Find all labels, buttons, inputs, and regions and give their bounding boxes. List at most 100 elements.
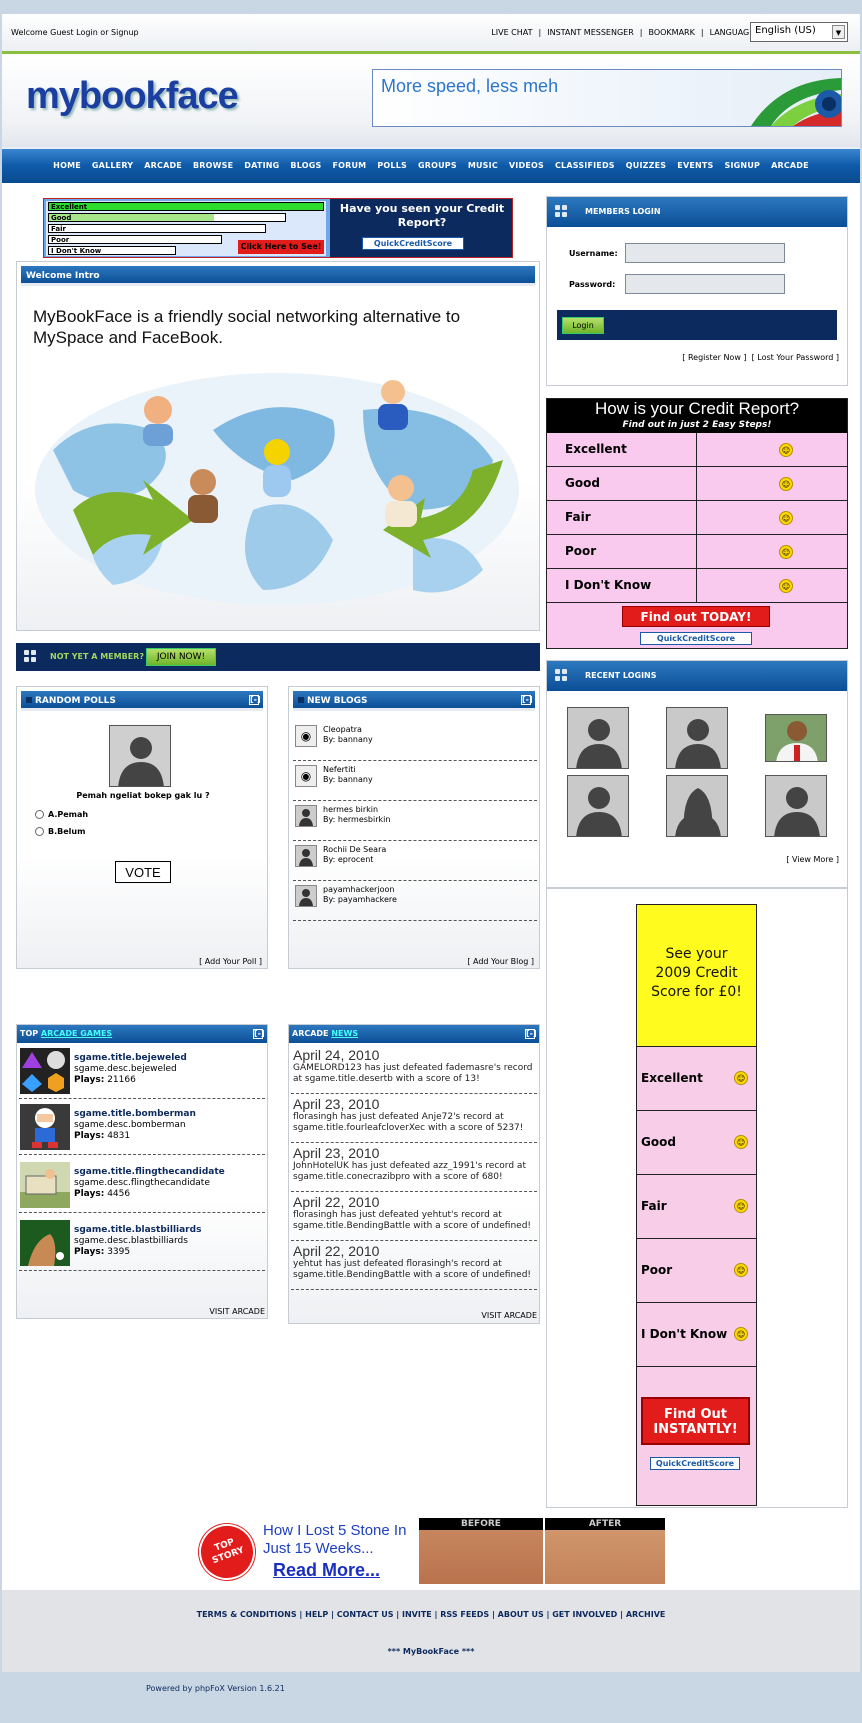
welcome-text[interactable]: Welcome Guest Login or Signup xyxy=(11,28,139,37)
blog-thumb-icon: ◉ xyxy=(295,725,317,747)
game-title[interactable]: sgame.title.blastbilliards xyxy=(74,1225,201,1236)
flingthecandidate-thumb xyxy=(20,1162,70,1208)
nav-arcade-2[interactable]: ARCADE xyxy=(767,161,813,170)
game-plays: Plays: 4456 xyxy=(74,1189,131,1199)
poll-option-a[interactable]: A.Pemah xyxy=(35,810,88,819)
news-text[interactable]: JohnHotelUK has just defeated azz_1991's… xyxy=(293,1161,535,1183)
find-out-today-button[interactable]: Find out TODAY! xyxy=(622,606,770,627)
nav-quizzes[interactable]: QUIZZES xyxy=(622,161,671,170)
nav-forum[interactable]: FORUM xyxy=(328,161,370,170)
username-input[interactable] xyxy=(625,243,785,263)
nav-blogs[interactable]: BLOGS xyxy=(286,161,325,170)
live-chat-link[interactable]: LIVE CHAT xyxy=(488,28,535,37)
smiley-icon: ☺ xyxy=(779,579,793,593)
nav-videos[interactable]: VIDEOS xyxy=(505,161,548,170)
game-item[interactable]: sgame.title.blastbilliards sgame.desc.bla… xyxy=(19,1217,265,1271)
game-item[interactable]: sgame.title.bomberman sgame.desc.bomberma… xyxy=(19,1101,265,1155)
blog-item[interactable]: ◉ Nefertiti By: bannany xyxy=(293,761,537,801)
add-poll-link[interactable]: [ Add Your Poll ] xyxy=(199,957,262,966)
bejeweled-thumb xyxy=(20,1048,70,1094)
news-text[interactable]: yehtut has just defeated florasingh's re… xyxy=(293,1259,535,1281)
game-desc: sgame.desc.bomberman xyxy=(74,1120,186,1130)
visit-arcade-link[interactable]: VISIT ARCADE xyxy=(209,1307,265,1316)
game-title[interactable]: sgame.title.bejeweled xyxy=(74,1053,187,1064)
blog-title[interactable]: Cleopatra xyxy=(323,725,373,735)
view-more-link[interactable]: [ View More ] xyxy=(786,855,839,864)
nav-gallery[interactable]: GALLERY xyxy=(88,161,137,170)
find-out-instantly-button[interactable]: Find Out INSTANTLY! xyxy=(641,1397,750,1445)
arcade-games-link[interactable]: ARCADE GAMES xyxy=(41,1029,112,1038)
chevron-down-icon[interactable]: ▼ xyxy=(832,25,845,39)
password-input[interactable] xyxy=(625,274,785,294)
member-avatar[interactable] xyxy=(765,775,827,837)
blog-item[interactable]: ◉ Cleopatra By: bannany xyxy=(293,721,537,761)
arcade-games-title: TOP ARCADE GAMES [-] xyxy=(17,1025,267,1043)
bookmark-link[interactable]: BOOKMARK xyxy=(645,28,697,37)
nav-browse[interactable]: BROWSE xyxy=(189,161,237,170)
blog-title[interactable]: Rochii De Seara xyxy=(323,845,386,855)
powered-by[interactable]: Powered by phpFoX Version 1.6.21 xyxy=(146,1684,285,1693)
banner-ad[interactable]: More speed, less meh xyxy=(372,69,842,127)
nav-events[interactable]: EVENTS xyxy=(673,161,717,170)
member-avatar[interactable] xyxy=(666,707,728,769)
game-title[interactable]: sgame.title.flingthecandidate xyxy=(74,1167,225,1178)
site-logo[interactable]: mybookface xyxy=(26,75,239,118)
blog-item[interactable]: Rochii De Seara By: eprocent xyxy=(293,841,537,881)
blog-title[interactable]: hermes birkin xyxy=(323,805,390,815)
blog-title[interactable]: payamhackerjoon xyxy=(323,885,397,895)
collapse-button[interactable]: [-] xyxy=(249,695,261,705)
credit-score-ad[interactable]: See your 2009 Credit Score for £0! Excel… xyxy=(636,904,757,1506)
top-story-ad[interactable]: TOP STORY How I Lost 5 Stone In Just 15 … xyxy=(191,1516,669,1588)
main-nav: HOME GALLERY ARCADE BROWSE DATING BLOGS … xyxy=(2,147,860,183)
news-text[interactable]: florasingh has just defeated Anje72's re… xyxy=(293,1112,535,1134)
login-links[interactable]: [ Register Now ] [ Lost Your Password ] xyxy=(682,353,839,362)
game-title[interactable]: sgame.title.bomberman xyxy=(74,1109,196,1120)
collapse-button[interactable]: [-] xyxy=(253,1029,265,1039)
member-avatar[interactable] xyxy=(567,775,629,837)
blog-title[interactable]: Nefertiti xyxy=(323,765,373,775)
collapse-button[interactable]: [-] xyxy=(521,695,533,705)
blog-thumb-icon xyxy=(295,845,317,867)
news-text[interactable]: GAMELORD123 has just defeated fademasre'… xyxy=(293,1063,535,1085)
nav-groups[interactable]: GROUPS xyxy=(414,161,461,170)
members-login-title: MEMBERS LOGIN xyxy=(547,197,847,227)
nav-music[interactable]: MUSIC xyxy=(464,161,502,170)
instant-messenger-link[interactable]: INSTANT MESSENGER xyxy=(544,28,637,37)
game-item[interactable]: sgame.title.bejeweled sgame.desc.bejewele… xyxy=(19,1045,265,1099)
language-select[interactable]: English (US) ▼ xyxy=(750,22,848,42)
credit-bar-excellent: Excellent xyxy=(48,202,324,211)
smiley-icon: ☺ xyxy=(779,443,793,457)
poll-option-b[interactable]: B.Belum xyxy=(35,827,85,836)
game-item[interactable]: sgame.title.flingthecandidate sgame.desc.… xyxy=(19,1159,265,1213)
footer-links[interactable]: TERMS & CONDITIONS | HELP | CONTACT US |… xyxy=(2,1610,860,1619)
before-photo: BEFORE xyxy=(419,1518,543,1584)
login-button[interactable]: Login xyxy=(562,317,604,334)
member-avatar[interactable] xyxy=(666,775,728,837)
member-avatar[interactable] xyxy=(567,707,629,769)
nav-arcade[interactable]: ARCADE xyxy=(140,161,186,170)
member-photo[interactable] xyxy=(765,714,827,762)
nav-polls[interactable]: POLLS xyxy=(373,161,411,170)
read-more-link[interactable]: Read More... xyxy=(273,1560,380,1581)
collapse-button[interactable]: [-] xyxy=(525,1029,537,1039)
arcade-games-box: TOP ARCADE GAMES [-] sgame.title.bejewele… xyxy=(16,1024,268,1319)
nav-dating[interactable]: DATING xyxy=(240,161,283,170)
join-now-button[interactable]: JOIN NOW! xyxy=(146,648,216,666)
credit-cta-button[interactable]: Click Here to See! xyxy=(238,240,324,254)
credit-report-ad[interactable]: How is your Credit Report? Find out in j… xyxy=(546,398,848,649)
random-polls-box: RANDOM POLLS [-] Pemah ngeliat bokep gak … xyxy=(16,686,268,969)
members-icon xyxy=(555,669,569,683)
smiley-icon: ☺ xyxy=(779,545,793,559)
arcade-news-link[interactable]: NEWS xyxy=(331,1029,358,1038)
nav-classifieds[interactable]: CLASSIFIEDS xyxy=(551,161,619,170)
blog-item[interactable]: hermes birkin By: hermesbirkin xyxy=(293,801,537,841)
credit-banner-ad[interactable]: Excellent Good Fair Poor I Don't Know Cl… xyxy=(43,198,513,258)
visit-arcade-link[interactable]: VISIT ARCADE xyxy=(481,1311,537,1320)
nav-signup[interactable]: SIGNUP xyxy=(721,161,765,170)
nav-home[interactable]: HOME xyxy=(49,161,85,170)
vote-button[interactable]: VOTE xyxy=(115,861,171,883)
add-blog-link[interactable]: [ Add Your Blog ] xyxy=(467,957,534,966)
credit-bar-unknown: I Don't Know xyxy=(48,246,176,255)
news-text[interactable]: florasingh has just defeated yehtut's re… xyxy=(293,1210,535,1232)
blog-item[interactable]: payamhackerjoon By: payamhackere xyxy=(293,881,537,921)
